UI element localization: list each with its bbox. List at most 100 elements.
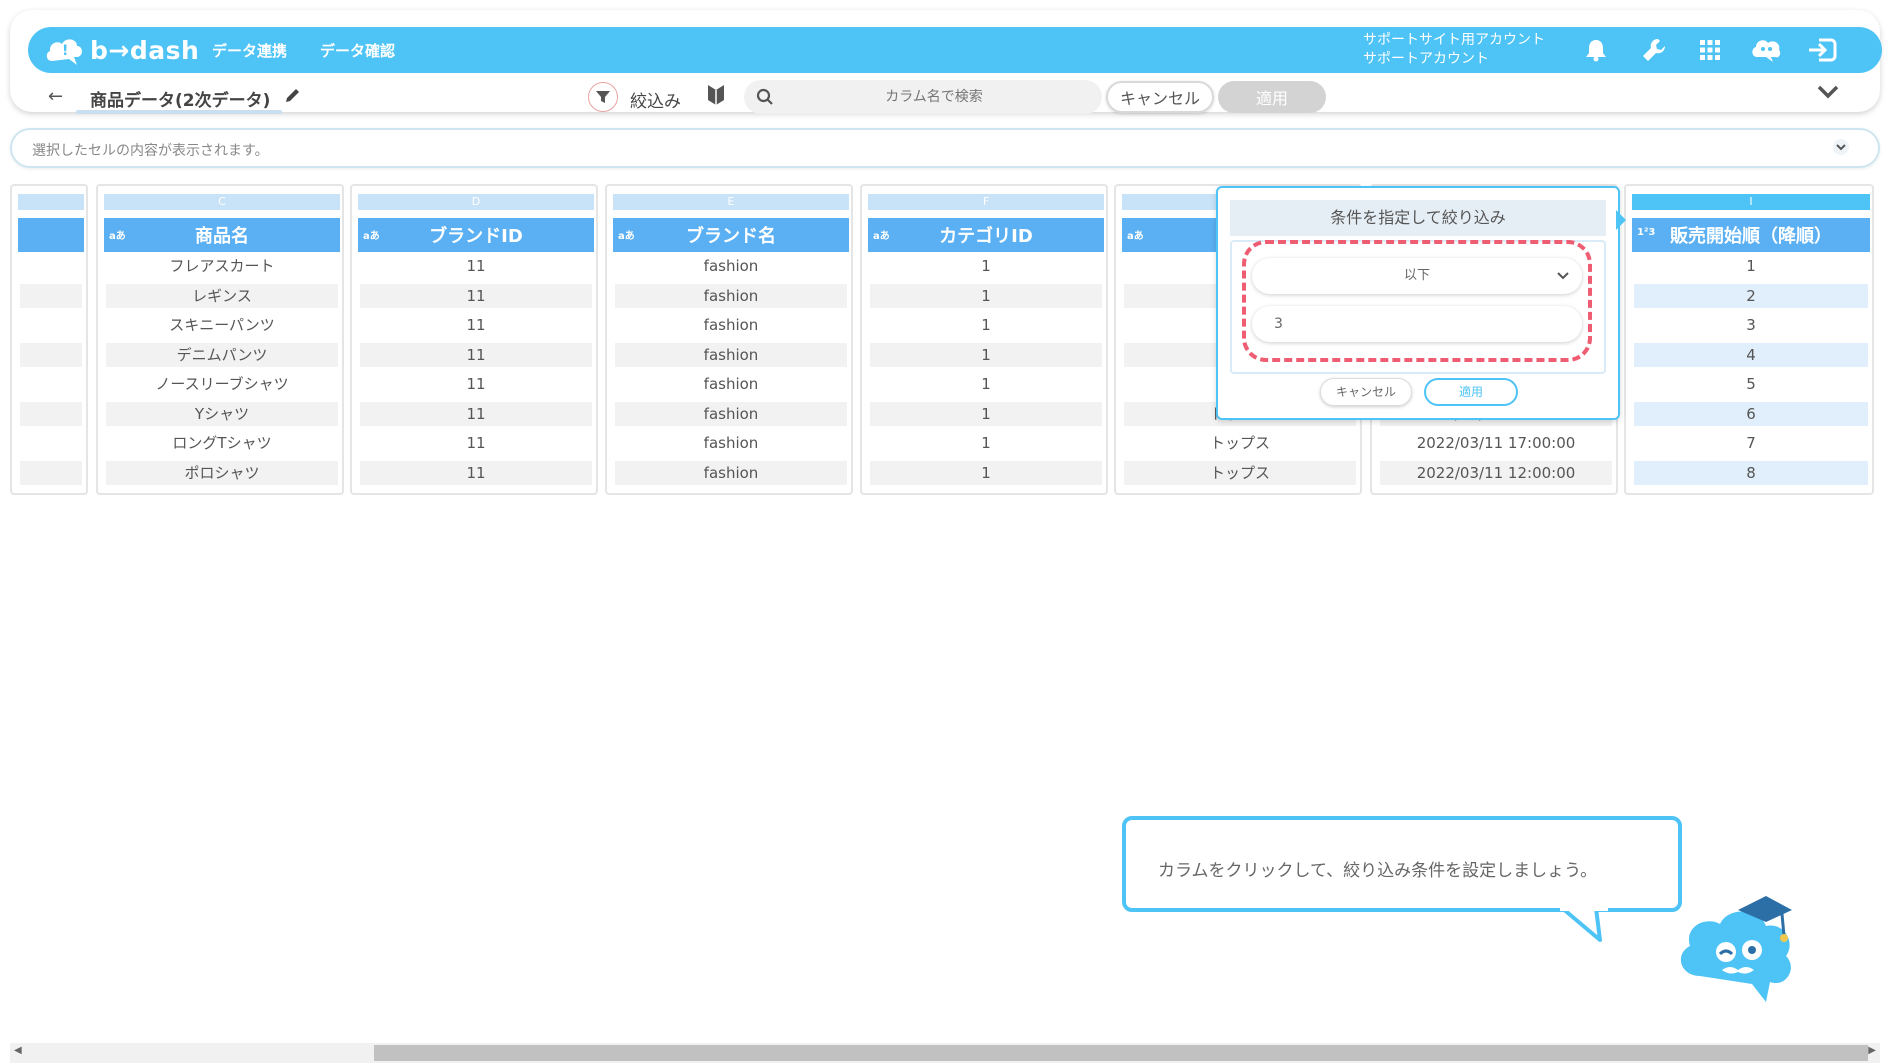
table-cell[interactable]: 11 — [360, 431, 592, 455]
column-header[interactable]: aあ 商品名 — [104, 218, 340, 252]
table-cell[interactable] — [20, 372, 82, 396]
scrollbar-thumb[interactable] — [374, 1045, 1868, 1061]
grid-menu-icon[interactable] — [1694, 34, 1726, 66]
table-cell[interactable]: 6 — [1634, 402, 1868, 426]
table-cell[interactable]: 11 — [360, 402, 592, 426]
table-cell[interactable]: トップス — [1124, 431, 1356, 455]
logo[interactable]: ! b→dash — [44, 31, 199, 69]
column-letter[interactable] — [18, 194, 84, 210]
table-cell[interactable]: 1 — [870, 343, 1102, 367]
column-header[interactable]: 1²3 販売開始順（降順） — [1632, 218, 1870, 252]
grid-column[interactable]: Faあ カテゴリID 1 1 1 1 1 1 1 1 — [860, 184, 1108, 495]
table-cell[interactable]: fashion — [615, 313, 847, 337]
operator-select[interactable]: 以下 — [1252, 258, 1582, 294]
table-cell[interactable]: レギンス — [106, 284, 338, 308]
table-cell[interactable]: 3 — [1634, 313, 1868, 337]
table-cell[interactable]: fashion — [615, 372, 847, 396]
table-cell[interactable]: 11 — [360, 254, 592, 278]
table-cell[interactable]: fashion — [615, 402, 847, 426]
table-cell[interactable]: 1 — [1634, 254, 1868, 278]
bell-icon[interactable] — [1580, 34, 1612, 66]
column-header[interactable] — [18, 218, 84, 252]
back-arrow-icon[interactable]: ← — [48, 86, 63, 107]
table-cell[interactable] — [20, 402, 82, 426]
nav-data-check[interactable]: データ確認 — [320, 40, 395, 61]
table-cell[interactable]: 11 — [360, 461, 592, 485]
table-cell[interactable]: 1 — [870, 284, 1102, 308]
chevron-down-icon[interactable] — [1816, 84, 1840, 104]
filter-funnel-icon[interactable] — [588, 82, 618, 112]
table-cell[interactable]: 5 — [1634, 372, 1868, 396]
scroll-right-arrow-icon[interactable]: ▶ — [1868, 1045, 1876, 1056]
table-cell[interactable]: fashion — [615, 431, 847, 455]
grid-column[interactable]: Eaあ ブランド名 fashion fashion fashion fashion fash… — [605, 184, 853, 495]
table-cell[interactable]: fashion — [615, 284, 847, 308]
table-cell[interactable]: 11 — [360, 313, 592, 337]
table-cell[interactable]: 1 — [870, 372, 1102, 396]
grid-column[interactable]: Daあ ブランドID 11 11 11 11 11 11 11 11 — [350, 184, 598, 495]
table-cell[interactable]: スキニーパンツ — [106, 313, 338, 337]
table-cell[interactable]: 11 — [360, 343, 592, 367]
column-header[interactable]: aあ ブランドID — [358, 218, 594, 252]
table-cell[interactable] — [20, 313, 82, 337]
column-header[interactable]: aあ カテゴリID — [868, 218, 1104, 252]
filter-value-input[interactable]: 3 — [1252, 306, 1582, 342]
table-cell[interactable] — [20, 343, 82, 367]
cell-content-bar[interactable]: 選択したセルの内容が表示されます。 — [10, 128, 1880, 168]
chevron-down-icon[interactable] — [1832, 138, 1850, 160]
table-cell[interactable]: fashion — [615, 343, 847, 367]
horizontal-scrollbar[interactable]: ◀ ▶ — [10, 1043, 1880, 1063]
table-cell[interactable]: 1 — [870, 461, 1102, 485]
column-letter[interactable]: E — [613, 194, 849, 210]
table-cell[interactable]: デニムパンツ — [106, 343, 338, 367]
table-cell[interactable]: ノースリーブシャツ — [106, 372, 338, 396]
apply-button[interactable]: 適用 — [1218, 81, 1326, 113]
column-letter[interactable]: D — [358, 194, 594, 210]
column-letter[interactable]: C — [104, 194, 340, 210]
column-letter[interactable]: F — [868, 194, 1104, 210]
table-cell[interactable]: fashion — [615, 461, 847, 485]
table-cell[interactable]: 11 — [360, 284, 592, 308]
grid-column[interactable]: I 1²3 販売開始順（降順） 1 2 3 4 5 6 7 8 — [1624, 184, 1874, 495]
grid-column[interactable] — [10, 184, 88, 495]
popup-cancel-button[interactable]: キャンセル — [1320, 378, 1412, 406]
nav-data-integration[interactable]: データ連携 — [212, 40, 287, 61]
table-cell[interactable]: 1 — [870, 313, 1102, 337]
table-cell[interactable]: 2022/03/11 17:00:00 — [1380, 431, 1612, 455]
table-cell[interactable]: フレアスカート — [106, 254, 338, 278]
table-cell[interactable]: 1 — [870, 254, 1102, 278]
logout-icon[interactable] — [1806, 34, 1838, 66]
account-info[interactable]: サポートサイト用アカウント サポートアカウント — [1363, 31, 1545, 69]
table-cell[interactable] — [20, 284, 82, 308]
table-cell[interactable] — [20, 431, 82, 455]
search-input[interactable] — [784, 86, 1084, 108]
pencil-icon[interactable] — [284, 86, 302, 108]
table-cell[interactable]: 2 — [1634, 284, 1868, 308]
table-cell[interactable]: 8 — [1634, 461, 1868, 485]
table-cell[interactable] — [20, 461, 82, 485]
scroll-left-arrow-icon[interactable]: ◀ — [14, 1045, 22, 1056]
table-cell[interactable]: 4 — [1634, 343, 1868, 367]
table-cell[interactable]: 1 — [870, 431, 1102, 455]
table-cell[interactable]: ロングTシャツ — [106, 431, 338, 455]
table-cell[interactable]: Yシャツ — [106, 402, 338, 426]
table-cell[interactable]: ポロシャツ — [106, 461, 338, 485]
wrench-icon[interactable] — [1638, 34, 1670, 66]
table-cell[interactable]: 11 — [360, 372, 592, 396]
grid-column[interactable]: Caあ 商品名 フレアスカート レギンススキニーパンツ デニムパンツ ノースリーブシャツ Y… — [96, 184, 344, 495]
cancel-button[interactable]: キャンセル — [1106, 81, 1214, 113]
table-cell[interactable]: 1 — [870, 402, 1102, 426]
table-cell[interactable]: トップス — [1124, 461, 1356, 485]
beginner-mark-icon[interactable] — [706, 83, 726, 111]
filter-label[interactable]: 絞込み — [630, 87, 681, 112]
table-cell[interactable]: 7 — [1634, 431, 1868, 455]
table-cell[interactable]: 2022/03/11 12:00:00 — [1380, 461, 1612, 485]
popup-apply-button[interactable]: 適用 — [1424, 378, 1518, 406]
column-search[interactable] — [744, 80, 1102, 114]
table-cell[interactable]: fashion — [615, 254, 847, 278]
column-letter[interactable]: I — [1632, 194, 1870, 210]
support-bot-icon[interactable] — [1750, 34, 1782, 66]
table-cell[interactable] — [20, 254, 82, 278]
page-title[interactable]: 商品データ(2次データ) — [90, 86, 270, 111]
column-header[interactable]: aあ ブランド名 — [613, 218, 849, 252]
